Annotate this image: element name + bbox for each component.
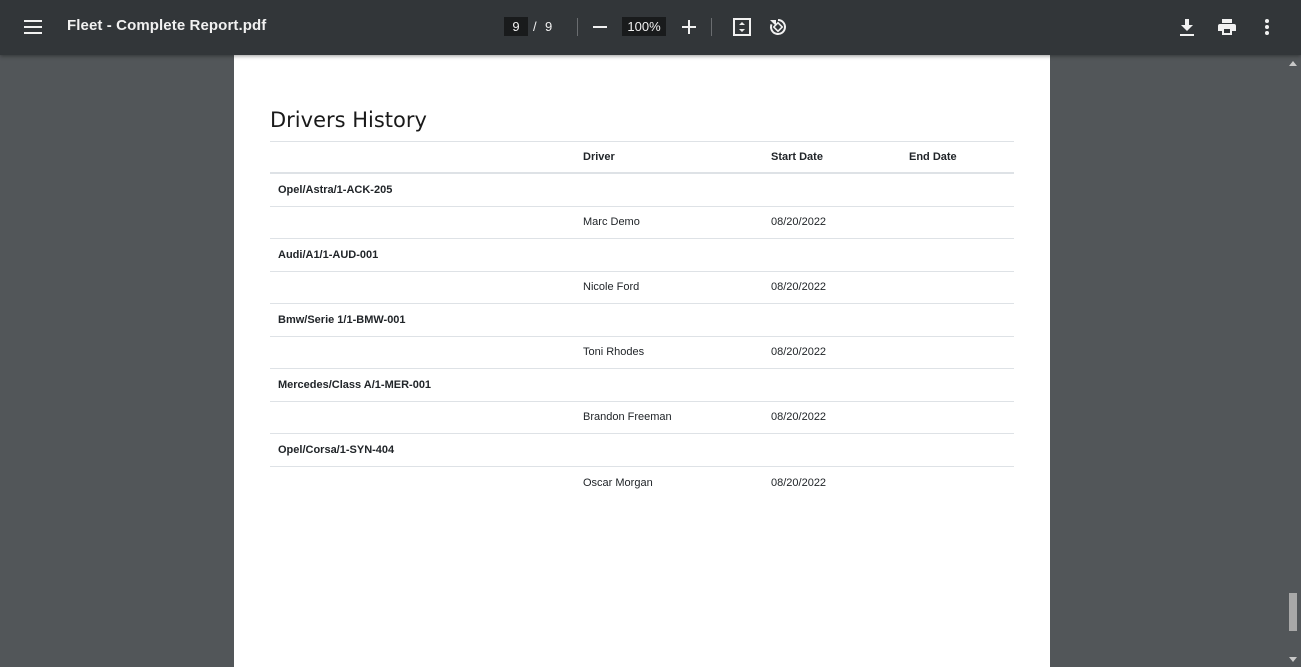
scroll-up-arrow-icon[interactable]	[1285, 57, 1301, 69]
table-row: Brandon Freeman 08/20/2022	[270, 402, 1014, 434]
table-row-vehicle: Audi/A1/1-AUD-001	[270, 239, 1014, 272]
toolbar-divider	[577, 18, 578, 36]
vehicle-name: Opel/Corsa/1-SYN-404	[278, 443, 395, 456]
download-button[interactable]	[1171, 11, 1203, 43]
table-row: Marc Demo 08/20/2022	[270, 207, 1014, 239]
more-options-button[interactable]	[1251, 11, 1283, 43]
driver-name: Oscar Morgan	[583, 476, 653, 489]
table-row-vehicle: Mercedes/Class A/1-MER-001	[270, 369, 1014, 402]
scrollbar-thumb[interactable]	[1289, 593, 1297, 631]
zoom-out-button[interactable]	[584, 11, 616, 43]
toolbar-divider	[711, 18, 712, 36]
page-number-input[interactable]	[504, 17, 528, 36]
pdf-viewer[interactable]: Drivers History Driver Start Date End Da…	[0, 55, 1301, 667]
column-header-start-date: Start Date	[771, 151, 823, 163]
start-date: 08/20/2022	[771, 346, 827, 359]
column-header-end-date: End Date	[909, 151, 957, 163]
zoom-input[interactable]	[622, 17, 666, 36]
pdf-page: Drivers History Driver Start Date End Da…	[234, 55, 1050, 667]
start-date: 08/20/2022	[771, 476, 827, 489]
more-vert-icon	[1265, 19, 1269, 35]
vehicle-name: Bmw/Serie 1/1-BMW-001	[278, 313, 406, 326]
drivers-history-table: Driver Start Date End Date Opel/Astra/1-…	[270, 141, 1014, 499]
page-separator: /	[533, 19, 537, 34]
vehicle-name: Opel/Astra/1-ACK-205	[278, 183, 393, 196]
menu-icon[interactable]	[17, 11, 49, 43]
column-header-driver: Driver	[583, 151, 615, 163]
table-header-row: Driver Start Date End Date	[270, 142, 1014, 174]
start-date: 08/20/2022	[771, 411, 827, 424]
vertical-scrollbar[interactable]	[1285, 55, 1301, 667]
rotate-button[interactable]	[762, 11, 794, 43]
table-row: Nicole Ford 08/20/2022	[270, 272, 1014, 304]
fit-page-icon	[733, 18, 751, 36]
table-row: Oscar Morgan 08/20/2022	[270, 467, 1014, 500]
rotate-icon	[770, 19, 786, 35]
table-row-vehicle: Opel/Astra/1-ACK-205	[270, 174, 1014, 207]
driver-name: Brandon Freeman	[583, 411, 672, 424]
driver-name: Toni Rhodes	[583, 346, 645, 359]
vehicle-name: Mercedes/Class A/1-MER-001	[278, 378, 432, 391]
download-icon	[1180, 18, 1194, 36]
table-row: Toni Rhodes 08/20/2022	[270, 337, 1014, 369]
start-date: 08/20/2022	[771, 216, 827, 229]
minus-icon	[593, 26, 607, 28]
driver-name: Nicole Ford	[583, 281, 640, 294]
table-row-vehicle: Opel/Corsa/1-SYN-404	[270, 434, 1014, 467]
document-title: Fleet - Complete Report.pdf	[67, 17, 267, 34]
plus-icon	[682, 20, 696, 34]
report-title: Drivers History	[270, 108, 427, 132]
zoom-in-button[interactable]	[673, 11, 705, 43]
scroll-down-arrow-icon[interactable]	[1285, 653, 1301, 665]
pdf-toolbar: Fleet - Complete Report.pdf / 9	[0, 0, 1301, 55]
print-button[interactable]	[1211, 11, 1243, 43]
start-date: 08/20/2022	[771, 281, 827, 294]
vehicle-name: Audi/A1/1-AUD-001	[278, 248, 379, 261]
table-row-vehicle: Bmw/Serie 1/1-BMW-001	[270, 304, 1014, 337]
fit-page-button[interactable]	[726, 11, 758, 43]
print-icon	[1218, 19, 1236, 35]
page-total: 9	[545, 19, 553, 34]
driver-name: Marc Demo	[583, 216, 640, 229]
